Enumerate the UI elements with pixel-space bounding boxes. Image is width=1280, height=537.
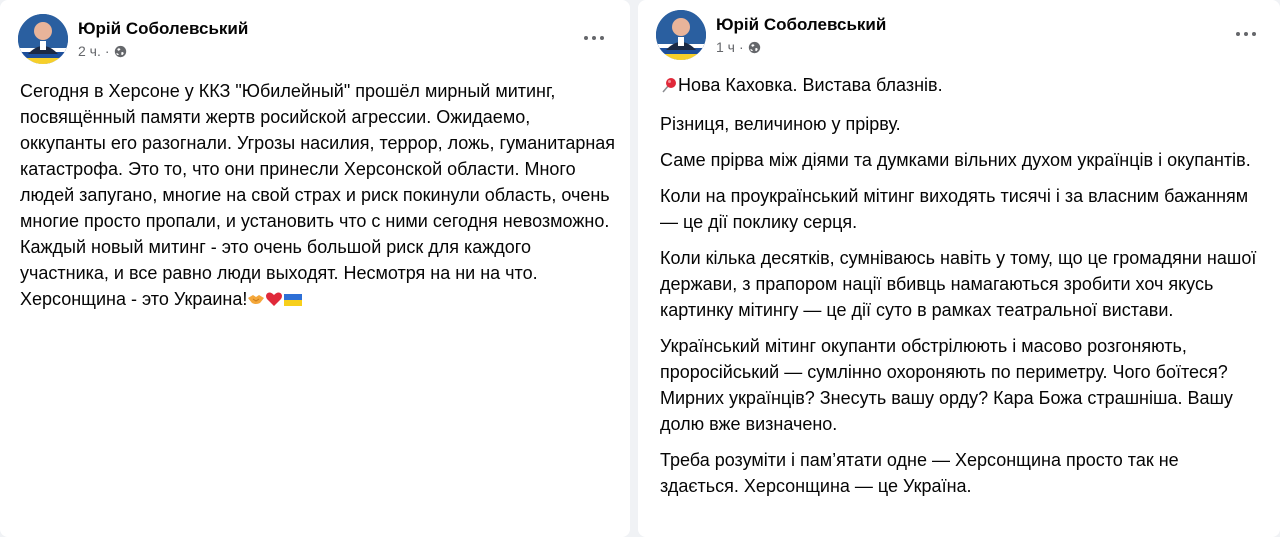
post-paragraph: Український мітинг окупанти обстрілюють … (660, 336, 1233, 434)
public-globe-icon (114, 45, 127, 58)
handshake-emoji (247, 289, 265, 315)
post-paragraph: Саме прірва між діями та думками вільних… (660, 150, 1251, 170)
avatar[interactable] (656, 10, 706, 60)
post-paragraph: Різниця, величиною у прірву. (660, 114, 901, 134)
facebook-post: Юрій Соболевський 2 ч. · Сегодня в Херсо… (0, 0, 630, 537)
post-time[interactable]: 1 ч (716, 39, 735, 55)
author-name[interactable]: Юрій Соболевський (716, 15, 886, 35)
more-options-button[interactable] (576, 26, 612, 50)
ukraine-flag-emoji (283, 289, 303, 315)
post-paragraph: Коли кілька десятків, сумніваюсь навіть … (660, 248, 1257, 320)
avatar[interactable] (18, 14, 68, 64)
post-header: Юрій Соболевський 2 ч. · (18, 14, 248, 64)
red-heart-emoji (265, 289, 283, 315)
post-paragraph: Коли на проукраїнський мітинг виходять т… (660, 186, 1249, 232)
post-meta: Юрій Соболевський 2 ч. · (78, 19, 248, 59)
post-paragraph: Треба розуміти і пам’ятати одне — Херсон… (660, 450, 1179, 496)
post-subline: 2 ч. · (78, 43, 248, 59)
post-header: Юрій Соболевський 1 ч · (656, 10, 886, 60)
separator-dot: · (104, 43, 110, 59)
more-options-button[interactable] (1228, 22, 1264, 46)
paragraph-text: Нова Каховка. Вистава блазнів. (678, 75, 943, 95)
round-pushpin-icon (660, 75, 678, 101)
post-body: Сегодня в Херсоне у ККЗ "Юбилейный" прош… (20, 78, 620, 315)
author-name[interactable]: Юрій Соболевський (78, 19, 248, 39)
post-paragraph: Нова Каховка. Вистава блазнів. (660, 72, 1260, 101)
post-subline: 1 ч · (716, 39, 886, 55)
post-body: Нова Каховка. Вистава блазнів. Різниця, … (660, 72, 1260, 509)
post-time[interactable]: 2 ч. (78, 43, 101, 59)
facebook-post: Юрій Соболевський 1 ч · Нова Каховка. Ви… (638, 0, 1280, 537)
public-globe-icon (748, 41, 761, 54)
post-text: Сегодня в Херсоне у ККЗ "Юбилейный" прош… (20, 81, 616, 309)
separator-dot: · (738, 39, 744, 55)
post-meta: Юрій Соболевський 1 ч · (716, 15, 886, 55)
